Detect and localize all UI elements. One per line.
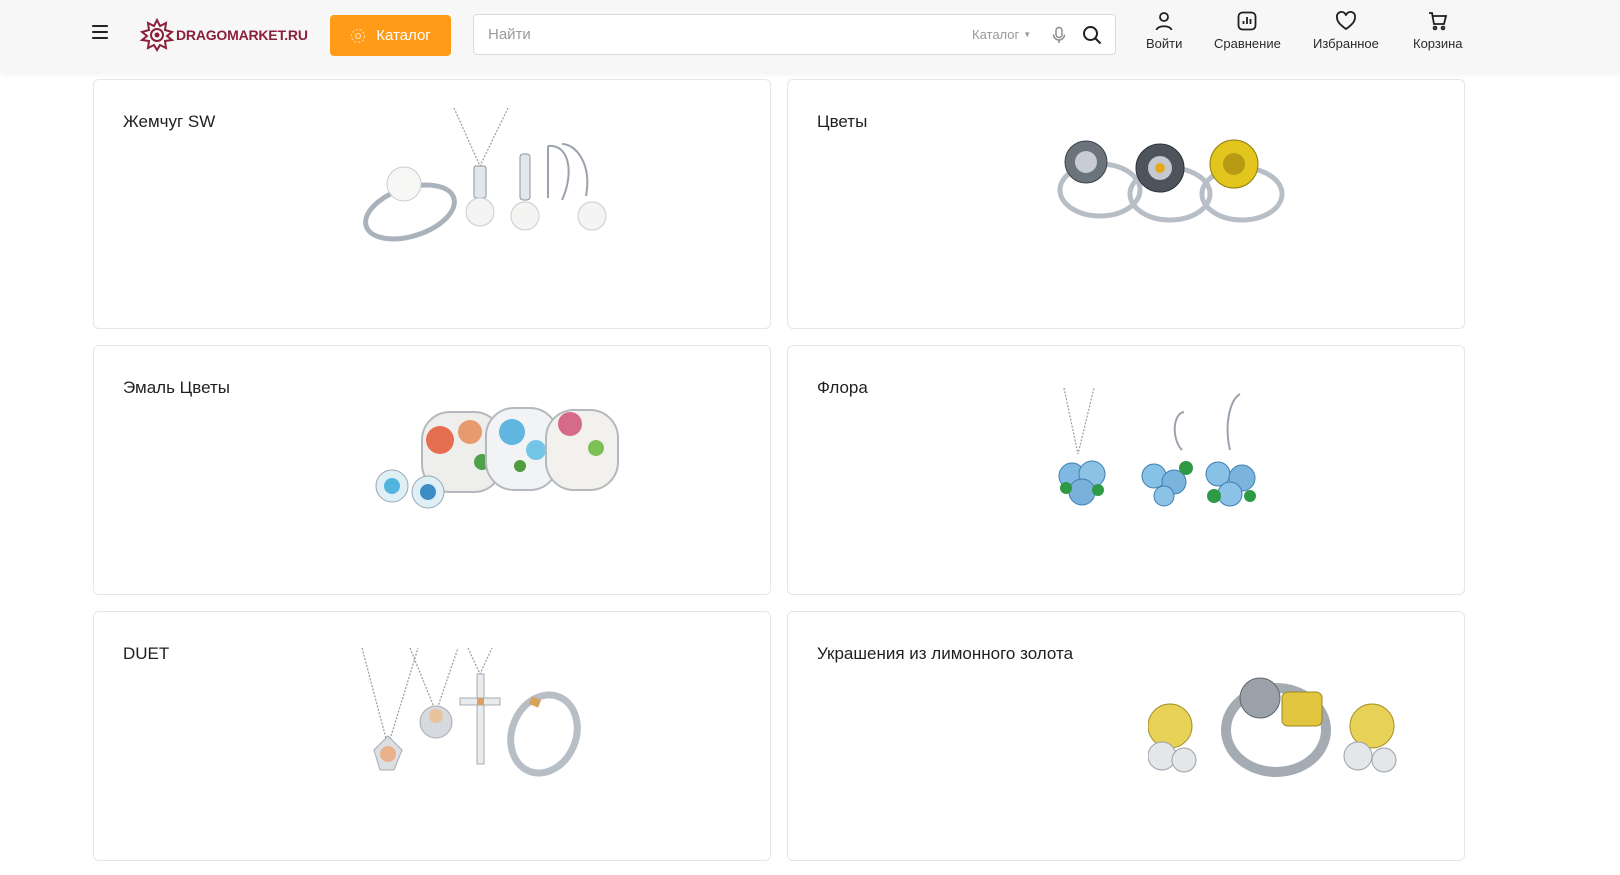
login-label: Войти: [1146, 36, 1183, 51]
pearl-jewelry-image: [363, 107, 607, 242]
search-input[interactable]: [488, 15, 928, 54]
collection-card-flowers[interactable]: Цветы: [787, 79, 1465, 329]
cart-label: Корзина: [1413, 36, 1463, 51]
collection-title: Украшения из лимонного золота: [817, 644, 1074, 663]
collection-card-lemon-gold[interactable]: Украшения из лимонного золота: [787, 611, 1465, 861]
heart-icon: [1335, 11, 1356, 31]
favorites-label: Избранное: [1313, 36, 1379, 51]
compare-button[interactable]: Сравнение: [1214, 10, 1281, 51]
compare-label: Сравнение: [1214, 36, 1281, 51]
flora-jewelry-image: [1058, 387, 1256, 507]
site-logo[interactable]: DRAGOMARKET.RU: [140, 16, 308, 54]
site-header: DRAGOMARKET.RU Каталог Каталог ▼: [0, 0, 1620, 72]
logo-text: DRAGOMARKET.RU: [176, 27, 308, 43]
catalog-button-label: Каталог: [376, 27, 431, 44]
duet-jewelry-image: [361, 647, 581, 777]
login-button[interactable]: Войти: [1146, 10, 1182, 51]
collection-card-pearl[interactable]: Жемчуг SW: [93, 79, 771, 329]
lemon-gold-jewelry-image: [1148, 677, 1397, 777]
collection-card-flora[interactable]: Флора: [787, 345, 1465, 595]
search-scope-dropdown[interactable]: Каталог ▼: [972, 27, 1031, 42]
collection-title: Жемчуг SW: [123, 112, 216, 131]
favorites-button[interactable]: Избранное: [1313, 10, 1379, 51]
collection-title: Флора: [817, 378, 868, 397]
cart-icon: [1428, 12, 1447, 31]
chevron-down-icon: ▼: [1023, 30, 1032, 39]
enamel-flower-rings-image: [375, 407, 619, 509]
collection-card-duet[interactable]: DUET: [93, 611, 771, 861]
cart-button[interactable]: Корзина: [1413, 10, 1463, 51]
logo-emblem-icon: [140, 18, 174, 52]
microphone-icon[interactable]: [1050, 26, 1068, 44]
collection-title: Эмаль Цветы: [123, 378, 230, 397]
flower-rings-image: [1057, 139, 1285, 223]
compare-chart-icon: [1238, 11, 1257, 31]
catalog-button[interactable]: Каталог: [330, 15, 451, 56]
menu-icon[interactable]: [92, 25, 110, 45]
catalog-grid-icon: [351, 28, 366, 43]
collection-title: Цветы: [817, 112, 868, 131]
user-icon: [1155, 12, 1173, 31]
collection-card-enamel-flowers[interactable]: Эмаль Цветы: [93, 345, 771, 595]
collection-title: DUET: [123, 644, 170, 663]
search-bar: Каталог ▼: [473, 14, 1116, 55]
search-scope-label: Каталог: [972, 27, 1020, 42]
search-icon[interactable]: [1082, 25, 1102, 45]
